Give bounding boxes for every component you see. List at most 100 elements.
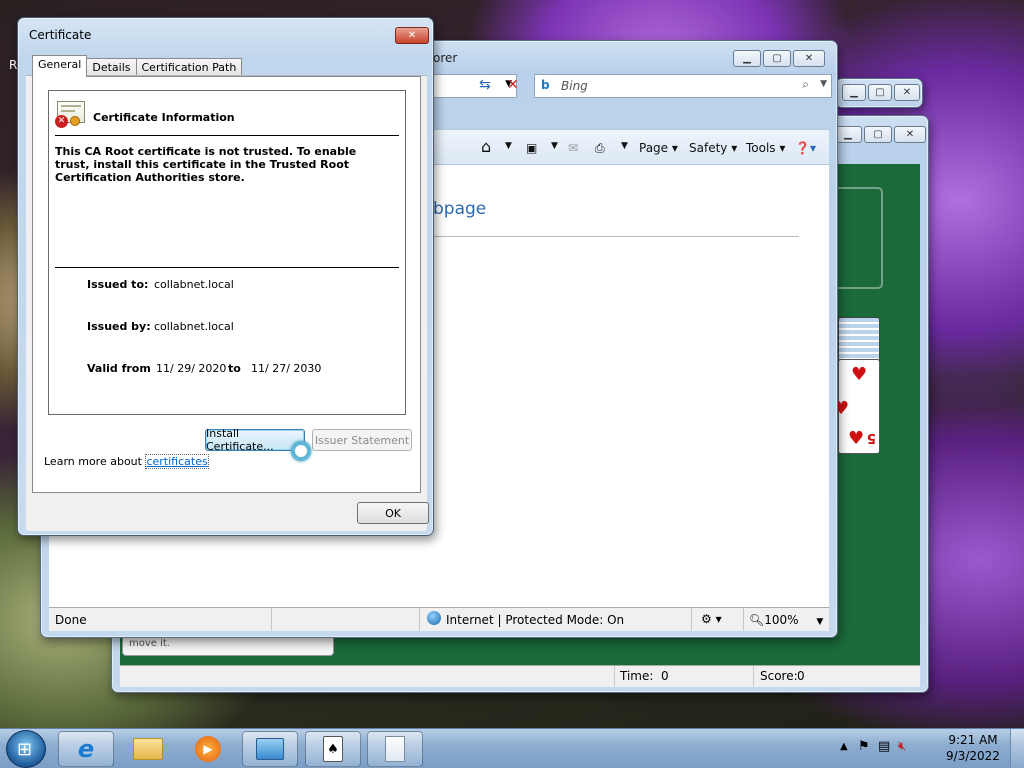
network-icon[interactable]: ▤ (878, 739, 890, 754)
learn-more-text: Learn more about certificates (44, 454, 209, 469)
search-placeholder: Bing (561, 79, 588, 93)
windows-logo-icon: ⊞ (17, 739, 33, 760)
maximize-icon[interactable]: ▢ (763, 50, 791, 67)
show-desktop-button[interactable] (1010, 729, 1024, 768)
issuer-statement-button[interactable]: Issuer Statement (312, 429, 412, 451)
tab-strip: General Details Certification Path (32, 55, 243, 77)
help-icon[interactable]: ❓▾ (795, 141, 816, 155)
tab-general[interactable]: General (32, 55, 88, 77)
card-stack[interactable] (838, 317, 880, 361)
start-button[interactable]: ⊞ (6, 730, 46, 768)
solitaire-icon: ♠ (323, 736, 343, 762)
bing-icon: b (541, 78, 550, 92)
system-tray: ▲ ⚑ ▤ 🔇︎ 9:21 AM 9/3/2022 (834, 729, 1024, 768)
clock-date: 9/3/2022 (946, 749, 1000, 763)
media-player-icon: ▶ (195, 736, 221, 762)
close-icon[interactable]: ✕ (793, 50, 825, 67)
minimize-icon[interactable]: ▁ (842, 84, 866, 101)
search-input[interactable]: b Bing ⌕ ▼ (534, 74, 832, 98)
taskbar-explorer[interactable] (120, 731, 176, 767)
window-title: orer (433, 51, 458, 65)
dropdown-arrow-icon[interactable]: ▼ (621, 141, 628, 151)
heart-icon: ♥ (848, 428, 865, 449)
valid-from-value: 11/ 29/ 2020 (156, 362, 227, 375)
learn-more-prefix: Learn more about (44, 455, 146, 468)
page-menu-label: Page (639, 141, 669, 155)
trust-warning-text: This CA Root certificate is not trusted.… (55, 145, 357, 184)
taskbar-solitaire[interactable]: ♠ (305, 731, 361, 767)
heading-divider (433, 236, 799, 237)
valid-from-label: Valid from (87, 362, 151, 375)
ok-button[interactable]: OK (357, 502, 429, 524)
info-heading: Certificate Information (93, 111, 235, 124)
stop-icon[interactable]: ✕ (507, 77, 519, 93)
issued-by-value: collabnet.local (154, 320, 234, 333)
refresh-icon[interactable]: ⇆ (479, 77, 491, 93)
issued-by-label: Issued by: (87, 320, 151, 333)
taskbar-ie[interactable]: e (58, 731, 114, 767)
maximize-icon[interactable]: ▢ (864, 126, 892, 143)
certificates-link[interactable]: certificates (145, 454, 209, 469)
minimize-icon[interactable]: ▁ (733, 50, 761, 67)
zone-text[interactable]: Internet | Protected Mode: On (446, 613, 624, 627)
score-value: 0 (797, 669, 805, 683)
page-heading: bpage (433, 199, 487, 219)
close-icon[interactable]: ✕ (894, 84, 920, 101)
score-label: Score: (760, 669, 798, 683)
taskbar-control-panel[interactable] (242, 731, 298, 767)
zoom-level: 100% (764, 613, 799, 627)
certificate-info-box: ✕ Certificate Information This CA Root c… (48, 90, 406, 415)
card-rank: 5 (867, 430, 877, 445)
clock-time: 9:21 AM (948, 733, 998, 747)
dropdown-arrow-icon[interactable]: ▼ (505, 141, 512, 151)
action-center-flag-icon[interactable]: ⚑ (858, 739, 870, 754)
volume-muted-icon[interactable]: 🔇︎ (898, 739, 906, 754)
zoom-control[interactable]: 🔍︎100% ▼ (749, 613, 823, 627)
taskbar-media-player[interactable]: ▶ (180, 731, 236, 767)
maximize-icon[interactable]: ▢ (868, 84, 892, 101)
close-icon[interactable]: ✕ (395, 27, 429, 44)
busy-cursor-icon (291, 441, 311, 461)
install-certificate-button[interactable]: Install Certificate... (205, 427, 305, 453)
valid-to-value: 11/ 27/ 2030 (251, 362, 322, 375)
page-menu[interactable]: Page ▾ (639, 141, 678, 155)
issued-to-label: Issued to: (87, 278, 149, 291)
certificate-warning-icon: ✕ (55, 101, 87, 129)
globe-icon (427, 611, 441, 625)
heart-icon: ♥ (851, 364, 868, 385)
minimize-icon[interactable]: ▁ (834, 126, 862, 143)
rss-feed-icon[interactable]: ▣ (526, 141, 537, 155)
taskbar: ⊞ e ▶ ♠ ▲ ⚑ ▤ 🔇︎ 9:21 AM 9/3/2022 (0, 728, 1024, 768)
general-tab-panel: ✕ Certificate Information This CA Root c… (32, 76, 421, 493)
print-icon[interactable]: ⎙ (595, 141, 605, 156)
clock[interactable]: 9:21 AM 9/3/2022 (938, 733, 1008, 763)
tools-menu-label: Tools (746, 141, 776, 155)
background-window[interactable]: ▁ ▢ ✕ (835, 78, 923, 108)
dialog-body: ✕ Certificate Information This CA Root c… (26, 75, 429, 531)
document-icon (385, 736, 405, 762)
taskbar-notepad[interactable] (367, 731, 423, 767)
ie-statusbar: Done Internet | Protected Mode: On ⚙ ▾ 🔍… (49, 607, 829, 631)
popup-blocker-icon[interactable]: ⚙ ▾ (701, 612, 722, 626)
time-value: 0 (661, 669, 669, 683)
time-label: Time: (620, 669, 654, 683)
dialog-title: Certificate (29, 28, 92, 42)
dropdown-arrow-icon[interactable]: ▼ (551, 141, 558, 151)
safety-menu-label: Safety (689, 141, 728, 155)
issued-to-value: collabnet.local (154, 278, 234, 291)
playing-card-5-hearts[interactable]: ♥ ♥ ♥ 5 (833, 359, 880, 454)
certificate-dialog[interactable]: Certificate ✕ General Details Certificat… (17, 17, 434, 536)
status-text: Done (55, 613, 87, 627)
folder-icon (133, 738, 163, 760)
control-panel-icon (256, 738, 284, 760)
hint-text: move it. (129, 638, 170, 649)
safety-menu[interactable]: Safety ▾ (689, 141, 737, 155)
ie-icon: e (77, 735, 95, 763)
dropdown-arrow-icon[interactable]: ▼ (820, 79, 827, 89)
home-icon[interactable]: ⌂ (481, 137, 491, 156)
search-icon[interactable]: ⌕ (802, 77, 809, 92)
mail-icon[interactable]: ✉ (568, 141, 578, 155)
show-hidden-icons-icon[interactable]: ▲ (840, 741, 848, 752)
close-icon[interactable]: ✕ (894, 126, 926, 143)
tools-menu[interactable]: Tools ▾ (746, 141, 785, 155)
